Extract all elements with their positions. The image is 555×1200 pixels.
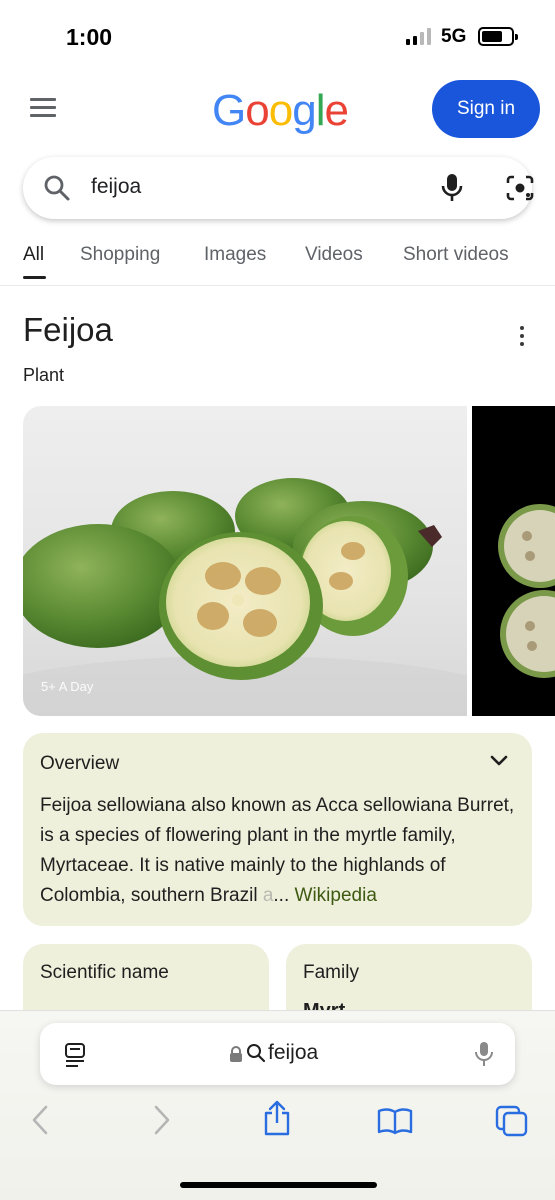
overview-card[interactable]: Overview Feijoa sellowiana also known as… (23, 733, 532, 926)
logo-letter: o (245, 86, 270, 135)
overview-faded-text: a (262, 885, 274, 906)
address-bar[interactable]: feijoa (40, 1023, 515, 1085)
forward-icon[interactable] (150, 1103, 172, 1142)
logo-letter: e (324, 86, 349, 135)
active-tab-indicator (23, 276, 46, 279)
feijoa-fruit-illustration (23, 478, 467, 716)
sign-in-button[interactable]: Sign in (432, 80, 540, 138)
more-options-icon[interactable] (512, 322, 532, 350)
back-icon[interactable] (30, 1103, 52, 1142)
tab-videos[interactable]: Videos (305, 244, 363, 266)
entity-title: Feijoa (23, 311, 113, 348)
search-input[interactable]: feijoa (91, 175, 141, 199)
google-logo[interactable]: Google (212, 86, 349, 136)
status-bar: 1:00 5G (0, 0, 555, 72)
microphone-icon[interactable] (474, 1040, 494, 1073)
menu-icon[interactable] (30, 98, 56, 118)
bookmarks-icon[interactable] (376, 1107, 414, 1140)
home-indicator (180, 1182, 377, 1188)
voice-search-icon[interactable] (439, 172, 465, 209)
overview-ellipsis: ... (273, 885, 290, 906)
google-header: Google Sign in (0, 72, 555, 150)
search-tabs: All Shopping Images Videos Short videos (0, 236, 555, 286)
fact-label: Family (303, 962, 359, 983)
address-text[interactable]: feijoa (268, 1041, 318, 1065)
overview-heading: Overview (40, 753, 120, 774)
tab-all[interactable]: All (23, 244, 44, 266)
overview-text: Feijoa sellowiana also known as Acca sel… (40, 791, 520, 911)
image-source-caption: 5+ A Day (41, 679, 94, 694)
wikipedia-link[interactable]: Wikipedia (295, 885, 377, 906)
tab-shopping[interactable]: Shopping (80, 244, 160, 266)
page-menu-icon[interactable] (64, 1042, 88, 1073)
fact-label: Scientific name (40, 962, 169, 983)
feijoa-halves-illustration (498, 504, 555, 678)
entity-subtitle: Plant (23, 365, 65, 385)
signal-icon (406, 27, 431, 45)
chevron-down-icon[interactable] (489, 754, 509, 773)
logo-letter: o (268, 86, 294, 135)
lens-camera-icon[interactable] (505, 174, 535, 207)
search-icon (246, 1043, 266, 1068)
browser-toolbar: feijoa (0, 1010, 555, 1200)
tab-images[interactable]: Images (204, 244, 266, 266)
tabs-icon[interactable] (495, 1105, 529, 1142)
tab-short-videos[interactable]: Short videos (403, 244, 509, 266)
logo-letter: g (292, 86, 317, 135)
status-time: 1:00 (66, 24, 113, 50)
share-icon[interactable] (262, 1099, 292, 1142)
search-box[interactable]: feijoa (23, 157, 535, 219)
battery-icon (478, 27, 518, 46)
network-label: 5G (441, 26, 467, 47)
feijoa-image-2[interactable] (472, 406, 555, 716)
lock-icon (229, 1046, 243, 1068)
logo-letter: G (212, 86, 246, 135)
search-icon[interactable] (43, 174, 71, 207)
feijoa-image[interactable]: 5+ A Day (23, 406, 467, 716)
